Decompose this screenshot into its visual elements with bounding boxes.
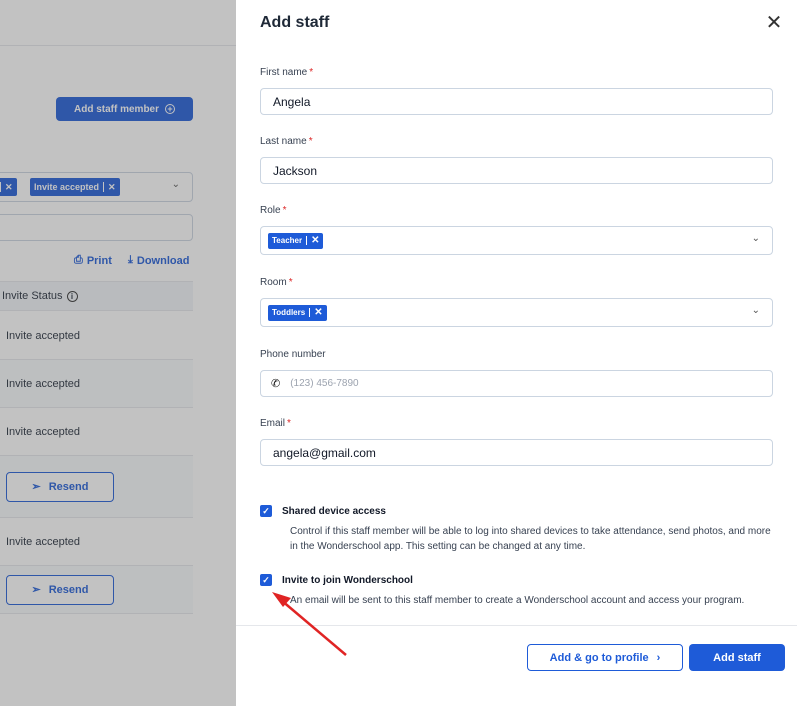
- invite-label: Invite to join Wonderschool: [282, 574, 413, 586]
- role-label: Role *: [260, 205, 287, 216]
- add-staff-drawer: Add staff ✕ First name * Angela Last name…: [236, 0, 797, 706]
- shared-device-access-checkbox[interactable]: ✓: [260, 505, 272, 517]
- last-name-field[interactable]: Jackson: [260, 157, 773, 184]
- chevron-down-icon: ⌄: [751, 305, 760, 316]
- first-name-value: Angela: [273, 94, 311, 109]
- add-staff-button[interactable]: Add staff: [689, 644, 785, 671]
- add-go-to-profile-button[interactable]: Add & go to profile ›: [527, 644, 683, 671]
- email-field[interactable]: angela@gmail.com: [260, 439, 773, 466]
- email-value: angela@gmail.com: [273, 445, 376, 460]
- role-tag: Teacher ✕: [268, 232, 324, 249]
- invite-checkbox[interactable]: ✓: [260, 574, 272, 586]
- phone-field[interactable]: ✆ (123) 456-7890: [260, 370, 773, 397]
- first-name-label: First name *: [260, 67, 314, 78]
- first-name-field[interactable]: Angela: [260, 88, 773, 115]
- email-label: Email *: [260, 418, 291, 429]
- add-staff-label: Add staff: [713, 651, 761, 664]
- phone-placeholder: (123) 456-7890: [290, 378, 359, 389]
- room-select[interactable]: Toddlers ✕ ⌄: [260, 298, 773, 327]
- room-label: Room *: [260, 277, 293, 288]
- drawer-title: Add staff: [260, 14, 330, 31]
- invite-row: ✓ Invite to join Wonderschool: [260, 574, 413, 586]
- remove-tag-icon[interactable]: ✕: [314, 307, 322, 318]
- chevron-right-icon: ›: [656, 651, 661, 664]
- modal-backdrop[interactable]: [0, 0, 236, 706]
- chevron-down-icon: ⌄: [751, 233, 760, 244]
- last-name-value: Jackson: [273, 163, 318, 178]
- room-tag-label: Toddlers: [272, 308, 306, 317]
- close-icon[interactable]: ✕: [765, 13, 783, 33]
- invite-description: An email will be sent to this staff memb…: [290, 595, 745, 606]
- role-select[interactable]: Teacher ✕ ⌄: [260, 226, 773, 255]
- footer-divider: [236, 625, 797, 626]
- last-name-label: Last name *: [260, 136, 313, 147]
- remove-tag-icon[interactable]: ✕: [311, 235, 319, 246]
- phone-icon: ✆: [271, 378, 281, 390]
- room-tag: Toddlers ✕: [268, 304, 327, 321]
- add-go-to-profile-label: Add & go to profile: [549, 651, 649, 664]
- role-tag-label: Teacher: [272, 236, 303, 245]
- phone-label: Phone number: [260, 349, 326, 360]
- shared-device-access-row: ✓ Shared device access: [260, 505, 386, 517]
- shared-device-access-label: Shared device access: [282, 505, 386, 517]
- shared-device-access-description: Control if this staff member will be abl…: [290, 526, 771, 552]
